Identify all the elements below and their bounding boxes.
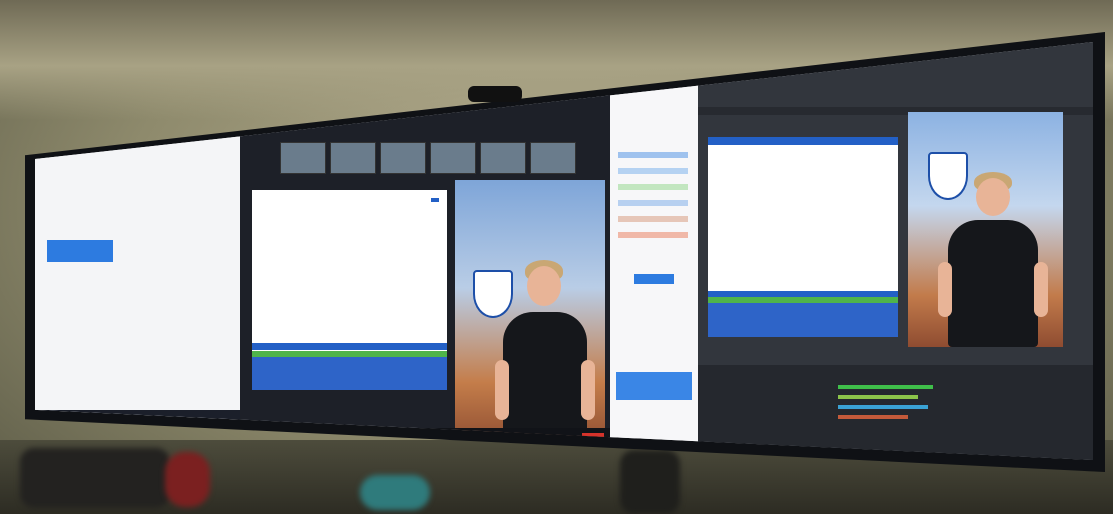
list-item[interactable] bbox=[618, 232, 688, 238]
list-item[interactable] bbox=[618, 168, 688, 174]
arm bbox=[581, 360, 595, 420]
leave-button[interactable] bbox=[582, 433, 604, 442]
obs-window bbox=[698, 42, 1093, 460]
monitor-stand bbox=[620, 450, 680, 514]
webcam-icon bbox=[468, 86, 522, 102]
slide-logo bbox=[431, 198, 439, 202]
obs-dock bbox=[698, 365, 1093, 460]
arm bbox=[938, 262, 952, 317]
participant-thumb[interactable] bbox=[530, 142, 576, 174]
participant-thumb[interactable] bbox=[330, 142, 376, 174]
shirt bbox=[948, 220, 1038, 347]
slide-top-bar bbox=[708, 137, 898, 145]
head bbox=[976, 178, 1010, 216]
speaker-person bbox=[495, 260, 595, 450]
participant-thumbnails bbox=[280, 142, 576, 174]
red-bottle bbox=[165, 452, 210, 507]
slide-footer bbox=[708, 303, 898, 337]
speaker-person bbox=[938, 172, 1048, 347]
audio-meter bbox=[838, 415, 908, 419]
arm bbox=[495, 360, 509, 420]
desk-object bbox=[20, 448, 170, 508]
arm bbox=[1034, 262, 1048, 317]
list-item[interactable] bbox=[618, 184, 688, 190]
selected-participant[interactable] bbox=[616, 372, 692, 400]
action-button[interactable] bbox=[634, 274, 674, 284]
participant-thumb[interactable] bbox=[480, 142, 526, 174]
teal-cup bbox=[360, 475, 430, 510]
presentation-slide bbox=[252, 190, 447, 390]
speaker-video bbox=[455, 180, 605, 450]
preview-slide bbox=[708, 137, 898, 337]
audio-meter bbox=[838, 385, 933, 389]
audio-meter bbox=[838, 405, 928, 409]
head bbox=[527, 266, 561, 306]
preview-video bbox=[908, 112, 1063, 347]
selected-item-badge[interactable] bbox=[47, 240, 113, 262]
list-item[interactable] bbox=[618, 200, 688, 206]
taskbar bbox=[35, 410, 240, 420]
participants-panel bbox=[610, 42, 698, 460]
participant-thumb[interactable] bbox=[380, 142, 426, 174]
slide-footer bbox=[252, 357, 447, 390]
list-item[interactable] bbox=[618, 216, 688, 222]
slide-stripe-blue bbox=[252, 343, 447, 350]
list-item[interactable] bbox=[618, 152, 688, 158]
participant-thumb[interactable] bbox=[280, 142, 326, 174]
audio-meter bbox=[838, 395, 918, 399]
participant-thumb[interactable] bbox=[430, 142, 476, 174]
